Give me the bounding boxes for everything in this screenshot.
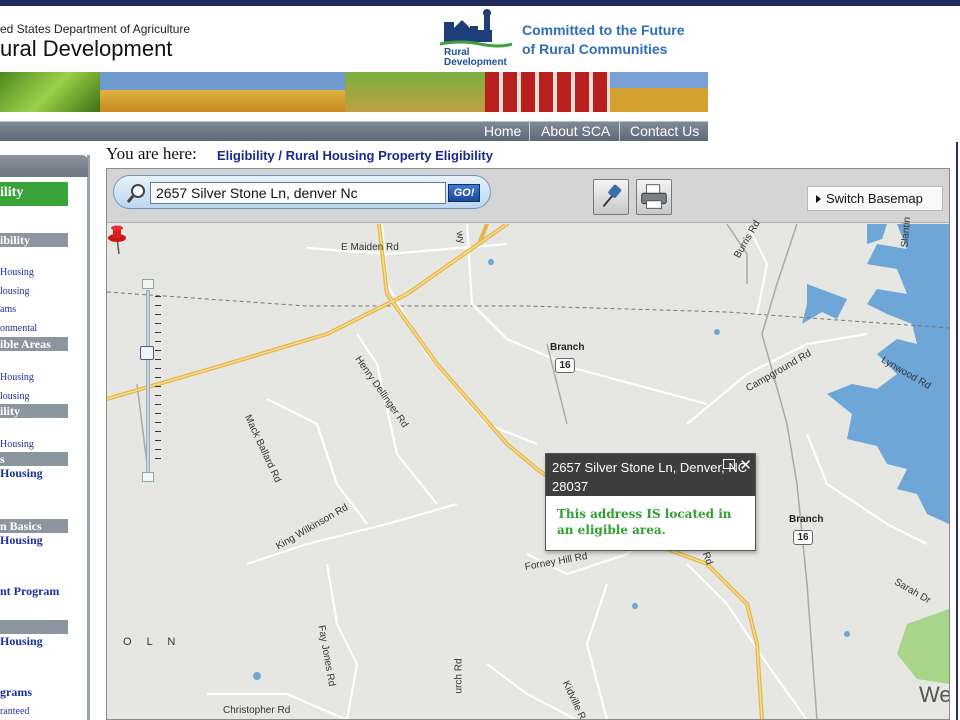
sidebar-heading[interactable]: s [0, 452, 68, 466]
zoom-in-button[interactable] [142, 279, 154, 289]
go-button[interactable]: GO! [448, 184, 480, 202]
banner-wheat-photo [100, 72, 345, 112]
close-icon[interactable]: ✕ [739, 456, 752, 474]
logo-text-development: Development [444, 57, 507, 68]
sidebar-link[interactable]: Housing [0, 466, 43, 481]
header-banner [0, 72, 708, 112]
sidebar-active-item[interactable]: ility [0, 182, 68, 206]
sidebar-heading[interactable]: ible Areas [0, 337, 68, 351]
nav-divider [619, 122, 620, 142]
sidebar-link[interactable]: ams [0, 304, 16, 315]
map-tiles [107, 224, 949, 719]
eligibility-message: This address IS located in an eligible a… [557, 507, 732, 537]
pushpin-icon [602, 184, 622, 208]
route-shield: 16 [793, 530, 813, 545]
sidebar-link[interactable]: lousing [0, 286, 29, 297]
sidebar: ility ibility Housing lousing ams onment… [0, 155, 90, 720]
sidebar-heading[interactable]: ility [0, 404, 68, 418]
maximize-icon[interactable] [723, 459, 735, 469]
sidebar-link[interactable]: ranteed [0, 706, 29, 717]
address-search-input[interactable] [150, 182, 446, 204]
map-canvas[interactable]: E Maiden Rd wy Burris Rd Slantin Henry D… [107, 217, 950, 719]
printer-icon [641, 184, 667, 209]
banner-bike-photo [345, 72, 485, 112]
road-label: E Maiden Rd [341, 242, 399, 253]
road-label: wy [453, 230, 467, 245]
route-shield: 16 [555, 358, 575, 373]
map-frame: GO! Switch Basemap [106, 168, 950, 720]
nav-about[interactable]: About SCA [541, 123, 610, 139]
zoom-slider-handle[interactable] [140, 346, 154, 360]
sidebar-link[interactable]: nt Program [0, 584, 59, 599]
sidebar-link[interactable]: onmental [0, 323, 37, 334]
tagline-line-2: of Rural Communities [522, 41, 668, 57]
top-border [0, 0, 960, 6]
zoom-slider-track[interactable] [146, 290, 150, 474]
banner-field-photo [610, 72, 708, 112]
road-label: urch Rd [453, 658, 465, 694]
map-toolbar: GO! Switch Basemap [107, 169, 949, 223]
sidebar-link[interactable]: Housing [0, 634, 43, 649]
sidebar-top-tab [0, 155, 88, 177]
switch-basemap-label: Switch Basemap [826, 191, 923, 206]
banner-factory-photo [485, 72, 610, 112]
location-pin-icon [108, 225, 126, 254]
nav-divider [529, 122, 530, 142]
sidebar-link[interactable]: Housing [0, 439, 34, 450]
zoom-slider-ticks [155, 296, 161, 464]
sidebar-heading[interactable]: n Basics [0, 519, 68, 533]
sidebar-link[interactable]: Housing [0, 372, 34, 383]
address-search-box: GO! [113, 175, 491, 209]
agency-name: ural Development [0, 36, 173, 61]
agency-line: ed States Department of Agriculture [0, 22, 191, 36]
breadcrumb[interactable]: Eligibility / Rural Housing Property Eli… [217, 148, 493, 163]
sidebar-heading[interactable]: ibility [0, 233, 68, 247]
zoom-out-button[interactable] [142, 472, 154, 482]
road-label: Christopher Rd [223, 705, 291, 716]
switch-basemap-button[interactable]: Switch Basemap [807, 186, 943, 211]
place-label: Branch [550, 342, 585, 353]
print-button[interactable] [636, 179, 672, 215]
sidebar-link[interactable]: Housing [0, 267, 34, 278]
sidebar-link[interactable]: grams [0, 685, 32, 700]
sidebar-link[interactable]: lousing [0, 391, 29, 402]
nav-home[interactable]: Home [484, 123, 521, 139]
place-label: Branch [789, 514, 824, 525]
sidebar-heading[interactable] [0, 620, 68, 634]
top-nav: Home About SCA Contact Us [0, 121, 708, 142]
search-icon [126, 184, 145, 203]
sidebar-link[interactable]: Housing [0, 533, 43, 548]
page-right-rule [956, 142, 958, 720]
nav-contact[interactable]: Contact Us [630, 123, 699, 139]
address-result-popup: 2657 Silver Stone Ln, Denver, NC 28037 ✕… [545, 453, 756, 551]
map-watermark: We [919, 682, 950, 707]
pin-tool-button[interactable] [593, 179, 629, 215]
banner-leaf-photo [0, 72, 100, 112]
tagline-line-1: Committed to the Future [522, 22, 685, 38]
place-label: O L N [123, 636, 182, 648]
breadcrumb-lead: You are here: [106, 144, 197, 163]
triangle-right-icon [816, 195, 821, 203]
